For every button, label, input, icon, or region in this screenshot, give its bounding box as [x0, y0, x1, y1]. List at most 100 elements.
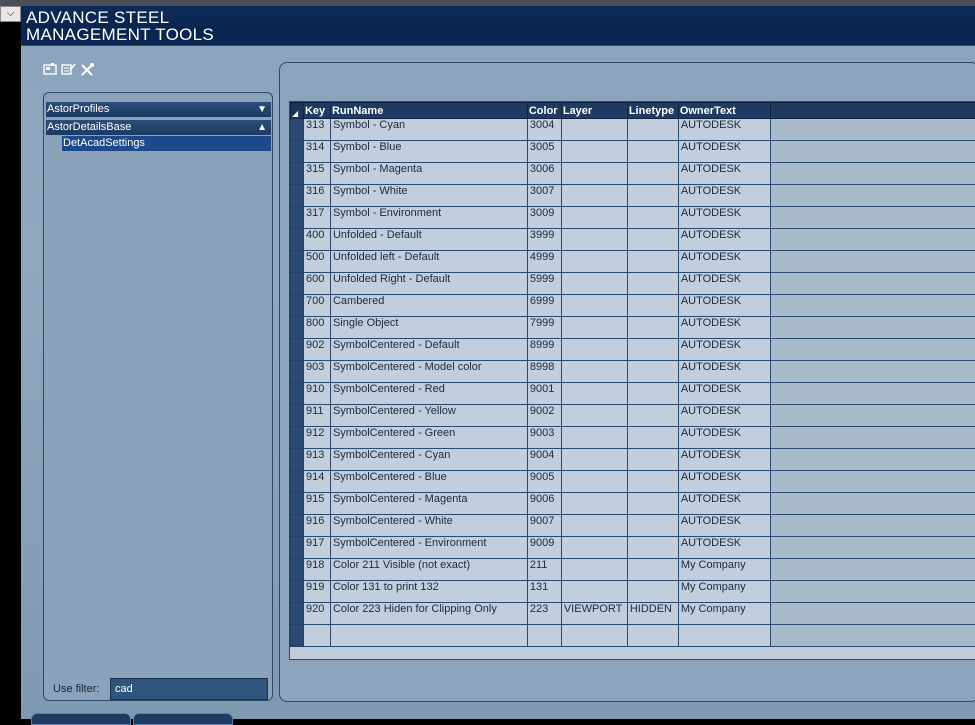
- row-selector[interactable]: [291, 603, 304, 625]
- table-row[interactable]: 916SymbolCentered - White9007AUTODESK: [291, 515, 975, 537]
- table-row[interactable]: 600Unfolded Right - Default5999AUTODESK: [291, 273, 975, 295]
- cell-linetype[interactable]: [627, 493, 678, 515]
- cell-runname[interactable]: Symbol - Environment: [330, 207, 527, 229]
- cell-runname[interactable]: SymbolCentered - Cyan: [330, 449, 527, 471]
- table-row[interactable]: 917SymbolCentered - Environment9009AUTOD…: [291, 537, 975, 559]
- table-row[interactable]: 914SymbolCentered - Blue9005AUTODESK: [291, 471, 975, 493]
- cell-empty[interactable]: [678, 625, 770, 647]
- table-row[interactable]: 913SymbolCentered - Cyan9004AUTODESK: [291, 449, 975, 471]
- cell-linetype[interactable]: HIDDEN: [627, 603, 678, 625]
- cell-key[interactable]: 918: [303, 559, 330, 581]
- edit-icon[interactable]: [61, 63, 76, 77]
- cell-runname[interactable]: Single Object: [330, 317, 527, 339]
- cell-ownertext[interactable]: AUTODESK: [678, 317, 770, 339]
- cell-key[interactable]: 912: [303, 427, 330, 449]
- cell-runname[interactable]: Color 211 Visible (not exact): [330, 559, 527, 581]
- cell-color[interactable]: 9006: [527, 493, 561, 515]
- cell-ownertext[interactable]: AUTODESK: [678, 427, 770, 449]
- cell-ownertext[interactable]: AUTODESK: [678, 141, 770, 163]
- row-selector[interactable]: [291, 581, 304, 603]
- cell-runname[interactable]: SymbolCentered - Magenta: [330, 493, 527, 515]
- cell-runname[interactable]: Cambered: [330, 295, 527, 317]
- cell-ownertext[interactable]: AUTODESK: [678, 295, 770, 317]
- cell-key[interactable]: 915: [303, 493, 330, 515]
- table-row[interactable]: 920Color 223 Hiden for Clipping Only223V…: [291, 603, 975, 625]
- cell-linetype[interactable]: [627, 405, 678, 427]
- row-selector[interactable]: [291, 273, 304, 295]
- cell-ownertext[interactable]: AUTODESK: [678, 163, 770, 185]
- cell-layer[interactable]: [561, 251, 627, 273]
- cell-key[interactable]: 800: [303, 317, 330, 339]
- cell-layer[interactable]: VIEWPORT: [561, 603, 627, 625]
- cell-key[interactable]: 700: [303, 295, 330, 317]
- table-row[interactable]: 400Unfolded - Default3999AUTODESK: [291, 229, 975, 251]
- cell-layer[interactable]: [561, 361, 627, 383]
- cell-key[interactable]: 903: [303, 361, 330, 383]
- cell-linetype[interactable]: [627, 559, 678, 581]
- cell-layer[interactable]: [561, 493, 627, 515]
- cell-layer[interactable]: [561, 559, 627, 581]
- cell-key[interactable]: 914: [303, 471, 330, 493]
- cell-key[interactable]: 314: [303, 141, 330, 163]
- column-header-layer[interactable]: Layer: [561, 103, 627, 119]
- column-header-ownertext[interactable]: OwnerText: [678, 103, 770, 119]
- cell-color[interactable]: 8999: [527, 339, 561, 361]
- cell-key[interactable]: 902: [303, 339, 330, 361]
- cell-linetype[interactable]: [627, 207, 678, 229]
- cell-layer[interactable]: [561, 427, 627, 449]
- cell-layer[interactable]: [561, 581, 627, 603]
- row-selector[interactable]: [291, 515, 304, 537]
- cell-layer[interactable]: [561, 339, 627, 361]
- row-selector[interactable]: [291, 339, 304, 361]
- cell-color[interactable]: 3007: [527, 185, 561, 207]
- cell-linetype[interactable]: [627, 449, 678, 471]
- table-row[interactable]: 314Symbol - Blue3005AUTODESK: [291, 141, 975, 163]
- cell-key[interactable]: 919: [303, 581, 330, 603]
- cell-layer[interactable]: [561, 185, 627, 207]
- table-row[interactable]: 911SymbolCentered - Yellow9002AUTODESK: [291, 405, 975, 427]
- column-header-key[interactable]: Key: [303, 103, 330, 119]
- cell-runname[interactable]: SymbolCentered - Blue: [330, 471, 527, 493]
- cell-color[interactable]: 3005: [527, 141, 561, 163]
- cell-runname[interactable]: Unfolded Right - Default: [330, 273, 527, 295]
- cell-ownertext[interactable]: AUTODESK: [678, 449, 770, 471]
- cell-key[interactable]: 400: [303, 229, 330, 251]
- table-row[interactable]: 918Color 211 Visible (not exact)211My Co…: [291, 559, 975, 581]
- bottom-tab-1[interactable]: [31, 713, 131, 725]
- cell-ownertext[interactable]: AUTODESK: [678, 405, 770, 427]
- cell-layer[interactable]: [561, 119, 627, 141]
- cell-key[interactable]: 500: [303, 251, 330, 273]
- cell-layer[interactable]: [561, 383, 627, 405]
- cell-runname[interactable]: Color 131 to print 132: [330, 581, 527, 603]
- cell-color[interactable]: 7999: [527, 317, 561, 339]
- cell-linetype[interactable]: [627, 163, 678, 185]
- cell-ownertext[interactable]: My Company: [678, 603, 770, 625]
- cell-key[interactable]: 316: [303, 185, 330, 207]
- cell-color[interactable]: 9007: [527, 515, 561, 537]
- cell-color[interactable]: 9004: [527, 449, 561, 471]
- tree-group-astordetailsbase[interactable]: AstorDetailsBase ▲: [46, 120, 271, 135]
- cell-ownertext[interactable]: AUTODESK: [678, 119, 770, 141]
- cell-ownertext[interactable]: AUTODESK: [678, 361, 770, 383]
- row-selector[interactable]: [291, 361, 304, 383]
- cell-layer[interactable]: [561, 515, 627, 537]
- table-row[interactable]: 315Symbol - Magenta3006AUTODESK: [291, 163, 975, 185]
- cell-ownertext[interactable]: AUTODESK: [678, 493, 770, 515]
- cell-key[interactable]: 910: [303, 383, 330, 405]
- cell-layer[interactable]: [561, 273, 627, 295]
- cell-ownertext[interactable]: My Company: [678, 581, 770, 603]
- row-selector[interactable]: [291, 185, 304, 207]
- cell-color[interactable]: 9005: [527, 471, 561, 493]
- cell-color[interactable]: 5999: [527, 273, 561, 295]
- cell-ownertext[interactable]: AUTODESK: [678, 185, 770, 207]
- row-selector[interactable]: [291, 207, 304, 229]
- cell-runname[interactable]: SymbolCentered - Yellow: [330, 405, 527, 427]
- cell-color[interactable]: 131: [527, 581, 561, 603]
- cell-color[interactable]: 9003: [527, 427, 561, 449]
- row-selector[interactable]: [291, 493, 304, 515]
- cell-linetype[interactable]: [627, 515, 678, 537]
- cell-layer[interactable]: [561, 537, 627, 559]
- cell-runname[interactable]: Symbol - Magenta: [330, 163, 527, 185]
- cell-color[interactable]: 211: [527, 559, 561, 581]
- row-selector[interactable]: [291, 383, 304, 405]
